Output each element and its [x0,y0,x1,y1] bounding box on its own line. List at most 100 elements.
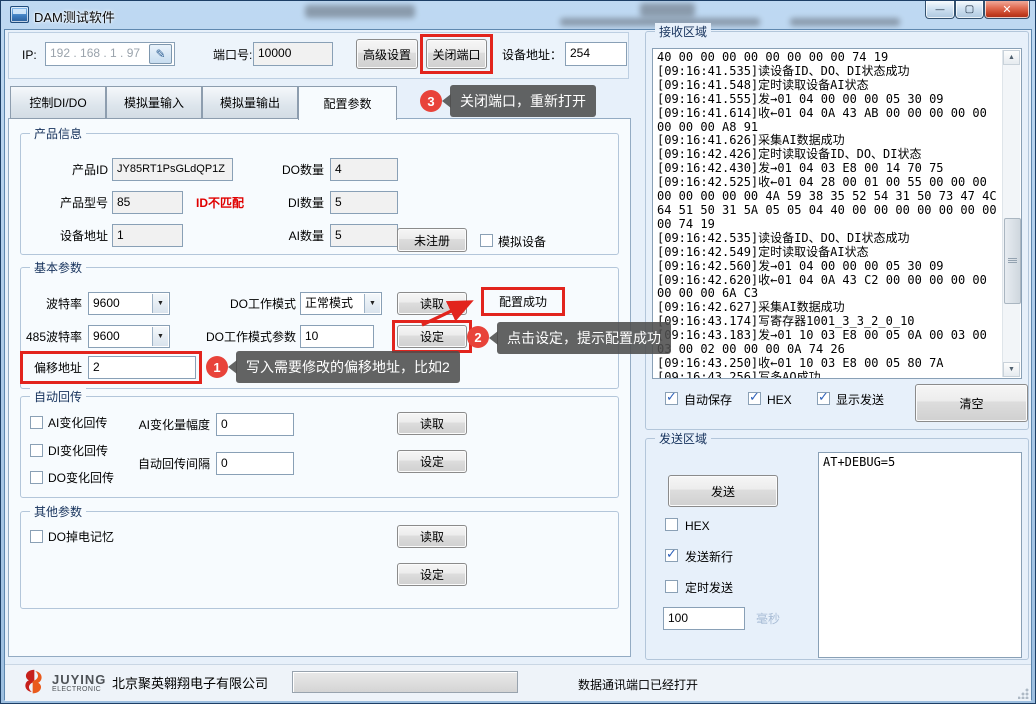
annotation-step2-badge: 2 [467,326,489,348]
report-interval-label: 自动回传间隔 [126,457,210,471]
receive-scrollbar[interactable]: ▲ ▼ [1002,50,1020,377]
scroll-down-button[interactable]: ▼ [1003,362,1020,377]
ai-delta-label: AI变化量幅度 [126,418,210,432]
baud-select[interactable]: 9600 ▼ [88,292,170,315]
device-addr-info-label: 设备地址 [40,229,108,243]
receive-log[interactable]: 40 00 00 00 00 00 00 00 00 74 19 [09:16:… [652,48,1022,379]
progress-bar [292,671,518,693]
minimize-icon: — [936,4,945,14]
report-interval-input[interactable]: 0 [216,452,294,475]
close-button[interactable]: ✕ [984,0,1030,19]
annotation-step2-tooltip: 点击设定，提示配置成功 [497,322,671,354]
di-count-input[interactable]: 5 [330,191,398,214]
show-send-label: 显示发送 [836,393,884,407]
send-hex-label: HEX [685,519,710,533]
ai-delta-input[interactable]: 0 [216,413,294,436]
show-send-checkbox[interactable]: ✓ [817,392,830,405]
scroll-up-icon: ▲ [1008,54,1015,61]
port-input[interactable]: 10000 [253,42,333,66]
device-address-input[interactable]: 254 [565,42,627,66]
do-count-input[interactable]: 4 [330,158,398,181]
annotation-step1-badge: 1 [206,356,228,378]
do-mode-param-input[interactable]: 10 [300,325,374,348]
baud-label: 波特率 [22,297,82,311]
baud485-select[interactable]: 9600▼ [88,325,170,348]
other-read-button[interactable]: 读取 [397,525,467,548]
do-mode-select[interactable]: 正常模式▼ [300,292,382,315]
product-id-label: 产品ID [40,163,108,177]
sim-device-checkbox[interactable]: ✓ [480,234,493,247]
glass-artifact [305,5,415,18]
clear-button[interactable]: 清空 [915,384,1028,422]
app-window: DAM测试软件 — ▢ ✕ IP: 192 . 168 . 1 . 97 ✎ 端… [0,0,1036,704]
offset-input[interactable]: 2 [88,356,196,379]
receive-area-title: 接收区域 [655,23,711,40]
send-button[interactable]: 发送 [668,475,778,507]
scrollbar-thumb[interactable] [1004,218,1021,304]
tab-analog-input[interactable]: 模拟量输入 [106,86,202,119]
tab-analog-output[interactable]: 模拟量输出 [202,86,298,119]
milliseconds-label: 毫秒 [756,612,780,626]
ai-count-input[interactable]: 5 [330,224,398,247]
other-params-title: 其他参数 [30,503,86,520]
maximize-icon: ▢ [965,4,974,15]
device-addr-info-input[interactable]: 1 [112,224,183,247]
baud-value: 9600 [93,296,120,310]
check-icon: ✓ [666,546,677,562]
tab-config-params[interactable]: 配置参数 [298,86,397,120]
auto-report-set-button[interactable]: 设定 [397,450,467,473]
do-memory-checkbox[interactable]: ✓ [30,530,43,543]
send-newline-label: 发送新行 [685,550,733,564]
do-report-label: DO变化回传 [48,471,114,485]
do-report-checkbox[interactable]: ✓ [30,471,43,484]
annotation-step1-tooltip: 写入需要修改的偏移地址，比如2 [236,351,460,383]
di-report-checkbox[interactable]: ✓ [30,444,43,457]
ai-report-label: AI变化回传 [48,416,107,430]
do-memory-label: DO掉电记忆 [48,530,114,544]
chevron-down-icon: ▼ [152,294,168,313]
receive-hex-checkbox[interactable]: ✓ [748,392,761,405]
ai-report-checkbox[interactable]: ✓ [30,416,43,429]
timed-interval-input[interactable]: 100 [663,607,745,630]
ip-label: IP: [22,48,37,62]
receive-log-text: 40 00 00 00 00 00 00 00 00 74 19 [09:16:… [657,51,997,379]
do-mode-label: DO工作模式 [216,297,296,311]
basic-params-title: 基本参数 [30,259,86,276]
chevron-down-icon: ▼ [364,294,380,313]
other-set-button[interactable]: 设定 [397,563,467,586]
scroll-down-icon: ▼ [1008,366,1015,373]
glass-artifact [640,3,695,17]
other-params-group: 其他参数 [20,511,619,609]
di-count-label: DI数量 [276,196,324,210]
logo-title: JUYING [52,672,106,687]
unregistered-button[interactable]: 未注册 [397,228,467,252]
auto-report-read-button[interactable]: 读取 [397,412,467,435]
close-port-button[interactable]: 关闭端口 [426,39,487,69]
send-hex-checkbox[interactable]: ✓ [665,518,678,531]
resize-grip[interactable] [1018,688,1029,699]
check-icon: ✓ [666,389,677,405]
pencil-icon: ✎ [155,47,165,61]
glass-artifact [790,18,900,26]
minimize-button[interactable]: — [925,0,955,19]
send-content-box[interactable]: AT+DEBUG=5 [818,452,1022,658]
check-icon: ✓ [818,389,829,405]
autosave-checkbox[interactable]: ✓ [665,392,678,405]
timed-send-checkbox[interactable]: ✓ [665,580,678,593]
send-content-text: AT+DEBUG=5 [823,455,1018,469]
scroll-up-button[interactable]: ▲ [1003,50,1020,65]
device-address-label: 设备地址： [502,48,562,62]
product-id-input[interactable]: JY85RT1PsGLdQP1Z [112,158,233,181]
config-success-text: 配置成功 [483,289,563,315]
product-info-title: 产品信息 [30,125,86,142]
ai-count-label: AI数量 [276,229,324,243]
edit-ip-button[interactable]: ✎ [149,44,172,64]
company-name: 北京聚英翱翔电子有限公司 [112,677,268,691]
maximize-button[interactable]: ▢ [955,0,984,19]
check-icon: ✓ [749,389,760,405]
tab-control-dido[interactable]: 控制DI/DO [10,86,106,119]
product-model-input[interactable]: 85 [112,191,183,214]
advanced-settings-button[interactable]: 高级设置 [356,39,418,69]
send-newline-checkbox[interactable]: ✓ [665,549,678,562]
port-label: 端口号: [213,48,252,62]
